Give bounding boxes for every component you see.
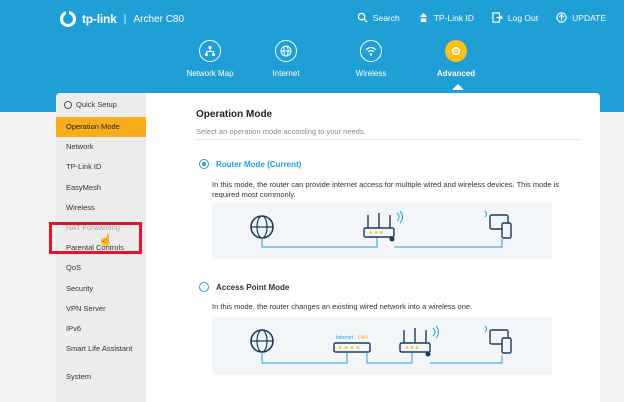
sidebar-item-system[interactable]: System xyxy=(56,367,146,387)
port-lan-label: LAN xyxy=(358,335,368,341)
brand-logo[interactable]: tp-link | Archer C80 xyxy=(60,9,184,29)
sidebar-item-ipv6[interactable]: IPv6 xyxy=(56,319,146,339)
nav-internet[interactable]: Internet xyxy=(246,40,326,78)
nav-advanced[interactable]: Advanced xyxy=(416,40,496,78)
sidebar-item-wireless[interactable]: Wireless xyxy=(56,198,146,218)
logout-icon xyxy=(492,12,503,23)
router-mode-radio[interactable]: Router Mode (Current) xyxy=(199,159,301,169)
logout-label: Log Out xyxy=(507,12,539,23)
sidebar-item-smart-life-assistant[interactable]: Smart Life Assistant xyxy=(56,339,146,367)
tplink-id-link[interactable]: TP-Link ID xyxy=(418,12,474,23)
router-mode-diagram xyxy=(212,203,552,259)
globe-icon xyxy=(250,329,274,353)
tplink-id-label: TP-Link ID xyxy=(433,12,474,23)
quick-setup-icon xyxy=(64,101,72,109)
nav-label: Advanced xyxy=(436,69,476,78)
sidebar-item-quick-setup[interactable]: Quick Setup xyxy=(56,93,146,117)
sidebar-item-tplink-id[interactable]: TP-Link ID xyxy=(56,157,146,177)
router-icon xyxy=(399,325,439,357)
divider xyxy=(196,139,580,140)
router-mode-description: In this mode, the router can provide int… xyxy=(212,180,560,199)
network-map-icon xyxy=(199,40,221,62)
devices-icon xyxy=(484,325,512,354)
update-icon xyxy=(556,12,567,23)
model-name: Archer C80 xyxy=(133,13,185,25)
nav-wireless[interactable]: Wireless xyxy=(331,40,411,78)
sidebar-item-network[interactable]: Network xyxy=(56,137,146,157)
top-links: Search TP-Link ID Log Out UPDATE xyxy=(357,12,606,23)
sidebar-item-vpn-server[interactable]: VPN Server xyxy=(56,299,146,319)
nav-label: Wireless xyxy=(355,69,387,78)
router-icon xyxy=(363,210,403,242)
gear-icon xyxy=(445,40,467,62)
main-nav: Network Map Internet Wireless Advanced xyxy=(170,40,494,90)
access-point-mode-description: In this mode, the router changes an exis… xyxy=(212,302,473,311)
wifi-icon xyxy=(360,40,382,62)
main-content: Operation Mode Select an operation mode … xyxy=(146,93,600,402)
brand-name: tp-link xyxy=(82,12,117,26)
radio-dot-icon xyxy=(199,159,209,169)
access-point-mode-diagram: Internet LAN xyxy=(212,317,552,375)
globe-icon xyxy=(250,215,274,239)
highlight-box xyxy=(49,222,142,254)
nav-label: Internet xyxy=(272,69,300,78)
sidebar-item-qos[interactable]: QoS xyxy=(56,258,146,278)
sidebar-item-operation-mode[interactable]: Operation Mode xyxy=(56,117,148,138)
radio-dot-icon xyxy=(199,282,209,292)
update-link[interactable]: UPDATE xyxy=(556,12,606,23)
router-mode-label: Router Mode (Current) xyxy=(216,159,302,169)
access-point-mode-label: Access Point Mode xyxy=(216,282,290,292)
logout-link[interactable]: Log Out xyxy=(492,12,538,23)
sidebar-item-label: Quick Setup xyxy=(76,100,117,109)
port-internet-label: Internet xyxy=(336,335,354,341)
nav-network-map[interactable]: Network Map xyxy=(170,40,250,78)
nav-label: Network Map xyxy=(186,69,234,78)
access-point-mode-radio[interactable]: Access Point Mode xyxy=(199,282,289,292)
tplink-logo-icon xyxy=(60,11,76,27)
modem-icon: Internet LAN xyxy=(333,335,371,353)
active-nav-caret xyxy=(452,84,464,90)
search-label: Search xyxy=(372,12,400,23)
search-icon xyxy=(357,12,368,23)
sidebar-item-security[interactable]: Security xyxy=(56,279,146,299)
page-title: Operation Mode xyxy=(196,109,273,120)
sidebar-item-easymesh[interactable]: EasyMesh xyxy=(56,178,146,198)
user-id-icon xyxy=(419,12,427,23)
page-subtitle: Select an operation mode according to yo… xyxy=(196,127,366,136)
brand-separator: | xyxy=(123,13,127,25)
update-label: UPDATE xyxy=(572,12,606,23)
hand-cursor-icon: ☝ xyxy=(98,233,113,247)
devices-icon xyxy=(484,210,512,239)
search-link[interactable]: Search xyxy=(357,12,400,23)
globe-icon xyxy=(275,40,297,62)
